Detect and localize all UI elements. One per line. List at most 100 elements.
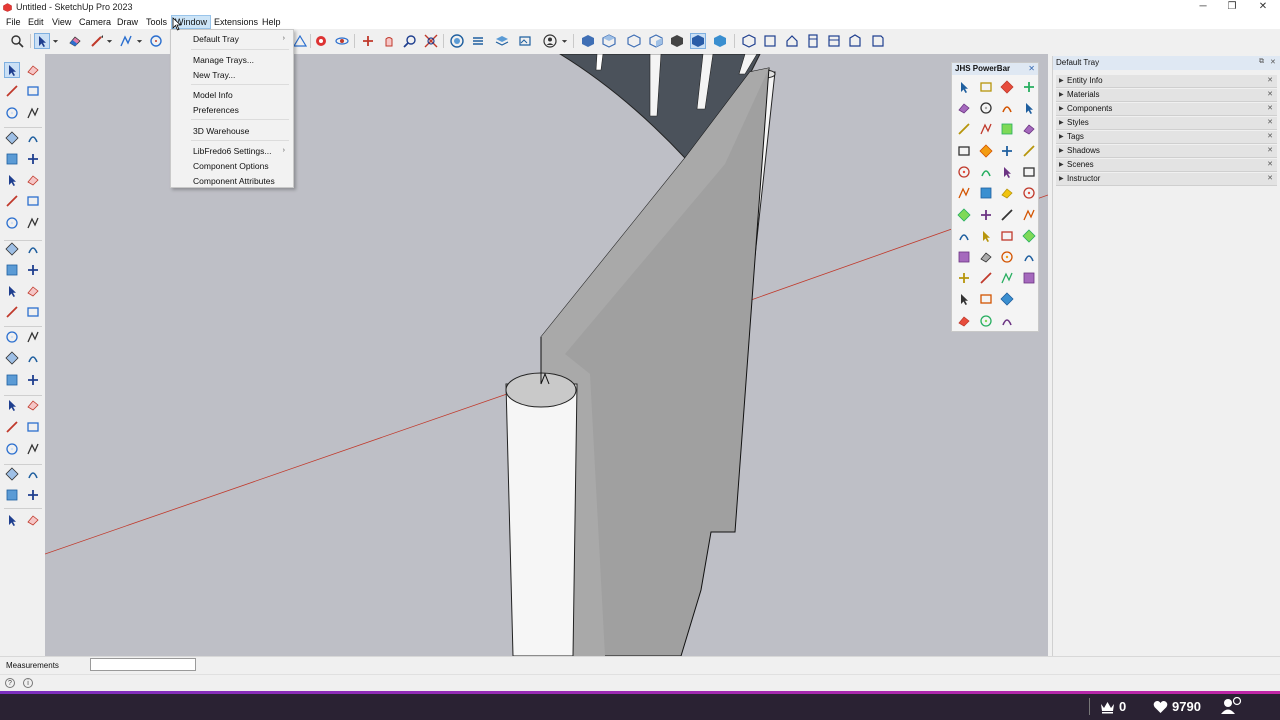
jhs-tool-24-icon[interactable] bbox=[1021, 185, 1037, 201]
house-icon[interactable] bbox=[784, 33, 800, 49]
tag-tool-icon[interactable] bbox=[4, 105, 20, 121]
style-icon[interactable] bbox=[4, 487, 20, 503]
text-tool-icon[interactable] bbox=[25, 329, 41, 345]
jhs-tool-1-icon[interactable] bbox=[956, 79, 972, 95]
panel-styles[interactable]: ▶ Styles ✕ bbox=[1056, 117, 1277, 130]
select-tool-icon[interactable] bbox=[34, 33, 50, 49]
orbit-icon[interactable] bbox=[4, 397, 20, 413]
paint-bucket-icon[interactable] bbox=[4, 83, 20, 99]
jhs-tool-42-icon[interactable] bbox=[978, 291, 994, 307]
jhs-tool-46-icon[interactable] bbox=[999, 313, 1015, 329]
rotate-tool-icon[interactable] bbox=[4, 262, 20, 278]
menu-item-manage-trays[interactable]: Manage Trays... bbox=[193, 55, 254, 65]
offset-tool-icon[interactable] bbox=[25, 283, 41, 299]
two-point-arc-icon[interactable] bbox=[25, 193, 41, 209]
dimension-tool-icon[interactable] bbox=[4, 329, 20, 345]
sandbox-icon[interactable] bbox=[25, 512, 41, 528]
lasso-select-icon[interactable] bbox=[25, 62, 41, 78]
select-tool-icon[interactable] bbox=[4, 62, 20, 78]
powerbar-titlebar[interactable]: JHS PowerBar ✕ bbox=[952, 63, 1038, 75]
outer-shell-icon[interactable] bbox=[869, 33, 885, 49]
fog-icon[interactable] bbox=[25, 487, 41, 503]
menu-tools[interactable]: Tools bbox=[143, 16, 170, 28]
push-pull-icon[interactable] bbox=[25, 241, 41, 257]
building-icon[interactable] bbox=[805, 33, 821, 49]
panel-close-icon[interactable]: ✕ bbox=[1267, 174, 1273, 182]
pan-icon[interactable] bbox=[25, 397, 41, 413]
menu-extensions[interactable]: Extensions bbox=[211, 16, 261, 28]
line-tool-icon[interactable] bbox=[4, 130, 20, 146]
position-camera-icon[interactable] bbox=[313, 33, 329, 49]
jhs-tool-27-icon[interactable] bbox=[999, 207, 1015, 223]
style-icon[interactable] bbox=[449, 33, 465, 49]
jhs-tool-43-icon[interactable] bbox=[999, 291, 1015, 307]
panel-tags[interactable]: ▶ Tags ✕ bbox=[1056, 131, 1277, 144]
polygon-tool-icon[interactable] bbox=[25, 172, 41, 188]
jhs-tool-2-icon[interactable] bbox=[978, 79, 994, 95]
menu-edit[interactable]: Edit bbox=[25, 16, 47, 28]
jhs-tool-28-icon[interactable] bbox=[1021, 207, 1037, 223]
jhs-tool-6-icon[interactable] bbox=[978, 100, 994, 116]
jhs-tool-38-icon[interactable] bbox=[978, 270, 994, 286]
jhs-tool-21-icon[interactable] bbox=[956, 185, 972, 201]
chevron-down-icon[interactable] bbox=[135, 33, 144, 49]
tray-pin-button[interactable]: ⧉ bbox=[1259, 58, 1264, 66]
jhs-tool-39-icon[interactable] bbox=[999, 270, 1015, 286]
rotated-rectangle-icon[interactable] bbox=[25, 151, 41, 167]
help-icon[interactable]: ? bbox=[5, 678, 15, 688]
panel-close-icon[interactable]: ✕ bbox=[1267, 132, 1273, 140]
jhs-tool-31-icon[interactable] bbox=[999, 228, 1015, 244]
jhs-tool-29-icon[interactable] bbox=[956, 228, 972, 244]
menu-item-preferences[interactable]: Preferences bbox=[193, 105, 239, 115]
jhs-tool-12-icon[interactable] bbox=[1021, 121, 1037, 137]
jhs-tool-9-icon[interactable] bbox=[956, 121, 972, 137]
zoom-window-icon[interactable] bbox=[25, 419, 41, 435]
panel-close-icon[interactable]: ✕ bbox=[1267, 90, 1273, 98]
view-top-icon[interactable] bbox=[601, 33, 617, 49]
match-photo-icon[interactable] bbox=[517, 33, 533, 49]
layout-icon[interactable] bbox=[826, 33, 842, 49]
chevron-down-icon[interactable] bbox=[105, 33, 114, 49]
panel-scenes[interactable]: ▶ Scenes ✕ bbox=[1056, 159, 1277, 172]
zoom-icon[interactable] bbox=[4, 419, 20, 435]
panel-close-icon[interactable]: ✕ bbox=[1267, 76, 1273, 84]
tray-close-button[interactable]: ✕ bbox=[1270, 58, 1276, 66]
jhs-tool-15-icon[interactable] bbox=[999, 143, 1015, 159]
menu-item-default-tray[interactable]: Default Tray bbox=[193, 34, 239, 44]
user-account-icon[interactable] bbox=[542, 33, 558, 49]
menu-item-libfredo6-settings[interactable]: LibFredo6 Settings... bbox=[193, 146, 271, 156]
panel-shadows[interactable]: ▶ Shadows ✕ bbox=[1056, 145, 1277, 158]
orbit-icon[interactable] bbox=[334, 33, 350, 49]
panel-entity-info[interactable]: ▶ Entity Info ✕ bbox=[1056, 75, 1277, 88]
section-plane-icon[interactable] bbox=[4, 372, 20, 388]
chevron-down-icon[interactable] bbox=[560, 33, 569, 49]
scale-tool-icon[interactable] bbox=[4, 283, 20, 299]
menu-view[interactable]: View bbox=[49, 16, 74, 28]
pan-icon[interactable] bbox=[381, 33, 397, 49]
line-tool-icon[interactable] bbox=[89, 33, 105, 49]
jhs-tool-20-icon[interactable] bbox=[1021, 164, 1037, 180]
panel-close-icon[interactable]: ✕ bbox=[1267, 118, 1273, 126]
jhs-tool-33-icon[interactable] bbox=[956, 249, 972, 265]
freehand-tool-icon[interactable] bbox=[118, 33, 134, 49]
jhs-tool-23-icon[interactable] bbox=[999, 185, 1015, 201]
shaded-style-icon[interactable] bbox=[690, 33, 706, 49]
rectangle-tool-icon[interactable] bbox=[4, 151, 20, 167]
jhs-tool-10-icon[interactable] bbox=[978, 121, 994, 137]
axes-tool-icon[interactable] bbox=[4, 350, 20, 366]
layers-icon[interactable] bbox=[494, 33, 510, 49]
jhs-tool-8-icon[interactable] bbox=[1021, 100, 1037, 116]
arc-tool-icon[interactable] bbox=[4, 193, 20, 209]
move-tool-icon[interactable] bbox=[4, 241, 20, 257]
freehand-tool-icon[interactable] bbox=[25, 130, 41, 146]
jhs-tool-32-icon[interactable] bbox=[1021, 228, 1037, 244]
jhs-tool-17-icon[interactable] bbox=[956, 164, 972, 180]
eraser-icon[interactable] bbox=[25, 83, 41, 99]
menu-camera[interactable]: Camera bbox=[76, 16, 114, 28]
panel-close-icon[interactable]: ✕ bbox=[1267, 160, 1273, 168]
section-fill-icon[interactable] bbox=[25, 372, 41, 388]
add-user-icon[interactable] bbox=[1220, 697, 1242, 715]
protractor-icon[interactable] bbox=[25, 304, 41, 320]
jhs-tool-25-icon[interactable] bbox=[956, 207, 972, 223]
jhs-tool-18-icon[interactable] bbox=[978, 164, 994, 180]
